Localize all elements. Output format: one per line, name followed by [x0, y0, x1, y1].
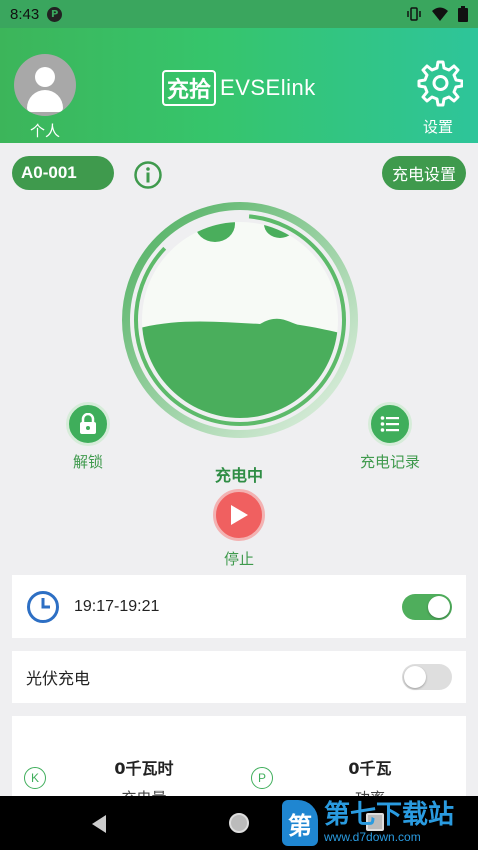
stop-charging-button[interactable] [213, 489, 265, 541]
status-bar: 8:43 P [0, 0, 478, 28]
play-icon [231, 505, 248, 525]
person-icon [14, 54, 76, 116]
solar-charging-toggle[interactable] [402, 664, 452, 690]
app-logo: 充拾 EVSElink [162, 70, 316, 106]
power-value: 0千瓦 [348, 759, 392, 778]
clock-icon [27, 590, 59, 623]
solar-charging-card: 光伏充电 [12, 651, 466, 703]
profile-label: 个人 [29, 122, 60, 140]
energy-value: 0千瓦时 [114, 759, 174, 778]
status-icons [406, 6, 468, 22]
power-icon: P [251, 767, 273, 789]
back-icon[interactable] [90, 814, 108, 834]
stop-label: 停止 [223, 550, 254, 568]
lock-icon [66, 402, 110, 446]
logo-text: EVSElink [220, 75, 316, 100]
settings-label: 设置 [422, 118, 453, 136]
schedule-card: 19:17-19:21 [12, 575, 466, 638]
station-id-selector[interactable]: A0-001 [12, 156, 114, 190]
schedule-toggle[interactable] [402, 593, 452, 620]
watermark: 第 第七下载站 www.d7down.com [282, 800, 454, 846]
energy-stat: 0千瓦时 充电量 [94, 755, 194, 796]
charging-gauge [122, 202, 358, 438]
profile-button[interactable]: 个人 [12, 54, 78, 141]
logo-mark: 充拾 [162, 70, 217, 106]
watermark-text: 第七下载站 [324, 800, 455, 830]
energy-icon: K [24, 767, 46, 789]
stats-card: K 0千瓦时 充电量 P 0千瓦 功率 [12, 716, 466, 796]
watermark-url: www.d7down.com [324, 830, 421, 844]
charging-status: 充电中 [214, 466, 263, 485]
charge-settings-button[interactable]: 充电设置 [382, 156, 466, 190]
power-badge: P [251, 767, 273, 789]
gear-icon [417, 60, 464, 107]
battery-icon [458, 6, 468, 22]
home-icon[interactable] [229, 813, 249, 833]
info-icon[interactable] [133, 160, 163, 190]
list-icon [368, 402, 412, 446]
watermark-logo: 第 [282, 800, 318, 846]
solar-charging-label: 光伏充电 [26, 669, 91, 688]
settings-button[interactable]: 设置 [410, 58, 466, 137]
energy-label: 充电量 [94, 787, 194, 796]
app-header: 个人 充拾 EVSElink 设置 [0, 28, 478, 143]
vibrate-icon [407, 7, 421, 21]
schedule-time-range: 19:17-19:21 [74, 597, 160, 615]
wifi-icon [432, 7, 448, 21]
app-notification-icon: P [47, 6, 63, 22]
power-label: 功率 [320, 787, 420, 796]
power-stat: 0千瓦 功率 [320, 755, 420, 796]
energy-badge: K [24, 767, 46, 789]
status-time: 8:43 [10, 5, 40, 23]
